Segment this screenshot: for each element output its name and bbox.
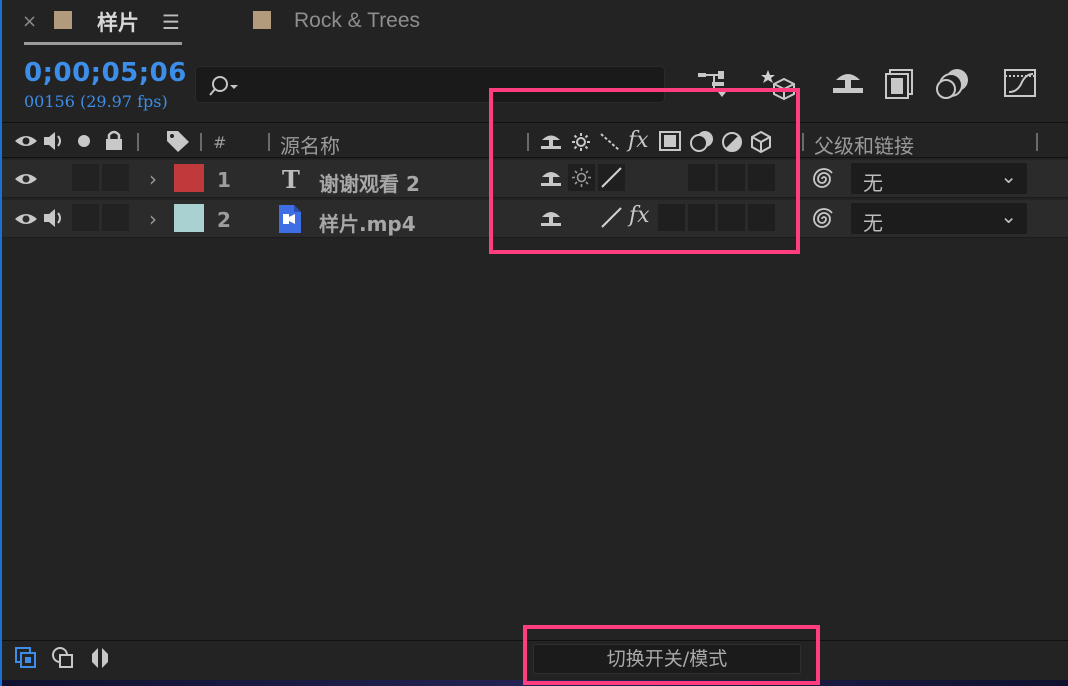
frame-blending-icon[interactable] (882, 66, 918, 100)
tab-color-swatch (253, 11, 271, 29)
tab-color-swatch (54, 11, 72, 29)
lock-icon[interactable] (104, 129, 124, 151)
toggle-button-highlight-box (523, 625, 820, 685)
transfer-controls-pane-icon[interactable] (51, 646, 75, 670)
layer-label-color[interactable] (174, 204, 204, 232)
frame-rate-display: 00156 (29.97 fps) (24, 92, 168, 111)
chevron-down-icon: ⌄ (1000, 164, 1017, 188)
in-out-duration-pane-icon[interactable] (88, 646, 112, 670)
solo-dot-icon[interactable] (77, 134, 91, 148)
column-separator[interactable] (268, 133, 270, 151)
expand-chevron-icon[interactable]: › (149, 207, 157, 231)
graph-editor-icon[interactable] (1002, 66, 1038, 100)
layer-number: 2 (217, 208, 231, 232)
active-tab-indicator (24, 42, 182, 45)
timeline-panel: × 样片 ☰ Rock & Trees 0;00;05;06 00156 (29… (0, 0, 1068, 686)
close-tab-icon[interactable]: × (22, 11, 37, 32)
parent-pick-whip-icon[interactable] (812, 167, 836, 191)
layer-number-header[interactable]: # (213, 133, 226, 152)
label-tag-icon (167, 131, 189, 152)
column-separator[interactable] (1036, 133, 1038, 151)
column-separator[interactable] (802, 133, 804, 151)
layer-number: 1 (217, 168, 231, 192)
lock-switch[interactable] (102, 164, 129, 191)
audio-speaker-icon[interactable] (42, 207, 66, 229)
parent-pick-whip-icon[interactable] (812, 207, 836, 231)
video-eye-icon[interactable] (14, 211, 38, 227)
tab-bar: × 样片 ☰ Rock & Trees (2, 0, 1068, 52)
video-eye-icon[interactable] (14, 133, 38, 149)
solo-switch[interactable] (72, 164, 99, 191)
motion-blur-icon[interactable] (935, 66, 971, 100)
tab-comp-active[interactable]: 样片 (97, 7, 139, 37)
layer-label-color[interactable] (174, 164, 204, 192)
panel-menu-icon[interactable]: ☰ (162, 10, 180, 34)
video-file-icon (279, 205, 301, 233)
column-separator[interactable] (200, 133, 202, 151)
column-separator[interactable] (137, 133, 139, 151)
solo-switch[interactable] (72, 204, 99, 231)
audio-speaker-icon[interactable] (42, 130, 66, 152)
parent-dropdown[interactable]: 无 ⌄ (851, 163, 1027, 195)
chevron-down-icon: ⌄ (1000, 204, 1017, 228)
parent-value: 无 (863, 211, 883, 235)
search-icon (209, 76, 238, 96)
expand-chevron-icon[interactable]: › (149, 167, 157, 191)
parent-link-header[interactable]: 父级和链接 (814, 130, 914, 159)
switches-highlight-box (489, 88, 800, 254)
parent-dropdown[interactable]: 无 ⌄ (851, 203, 1027, 235)
lock-switch[interactable] (102, 204, 129, 231)
parent-value: 无 (863, 171, 883, 195)
text-layer-icon: T (282, 165, 300, 194)
video-eye-icon[interactable] (14, 171, 38, 187)
layer-name[interactable]: 谢谢观看 2 (319, 168, 420, 197)
layer-name[interactable]: 样片.mp4 (319, 208, 416, 237)
shy-layers-icon[interactable] (830, 66, 866, 100)
tab-comp-rock-trees[interactable]: Rock & Trees (294, 9, 420, 33)
current-time-display[interactable]: 0;00;05;06 (24, 58, 187, 88)
source-name-header[interactable]: 源名称 (280, 130, 340, 159)
layer-list-empty-area[interactable] (2, 240, 1068, 640)
layer-switches-pane-icon[interactable] (14, 646, 38, 670)
